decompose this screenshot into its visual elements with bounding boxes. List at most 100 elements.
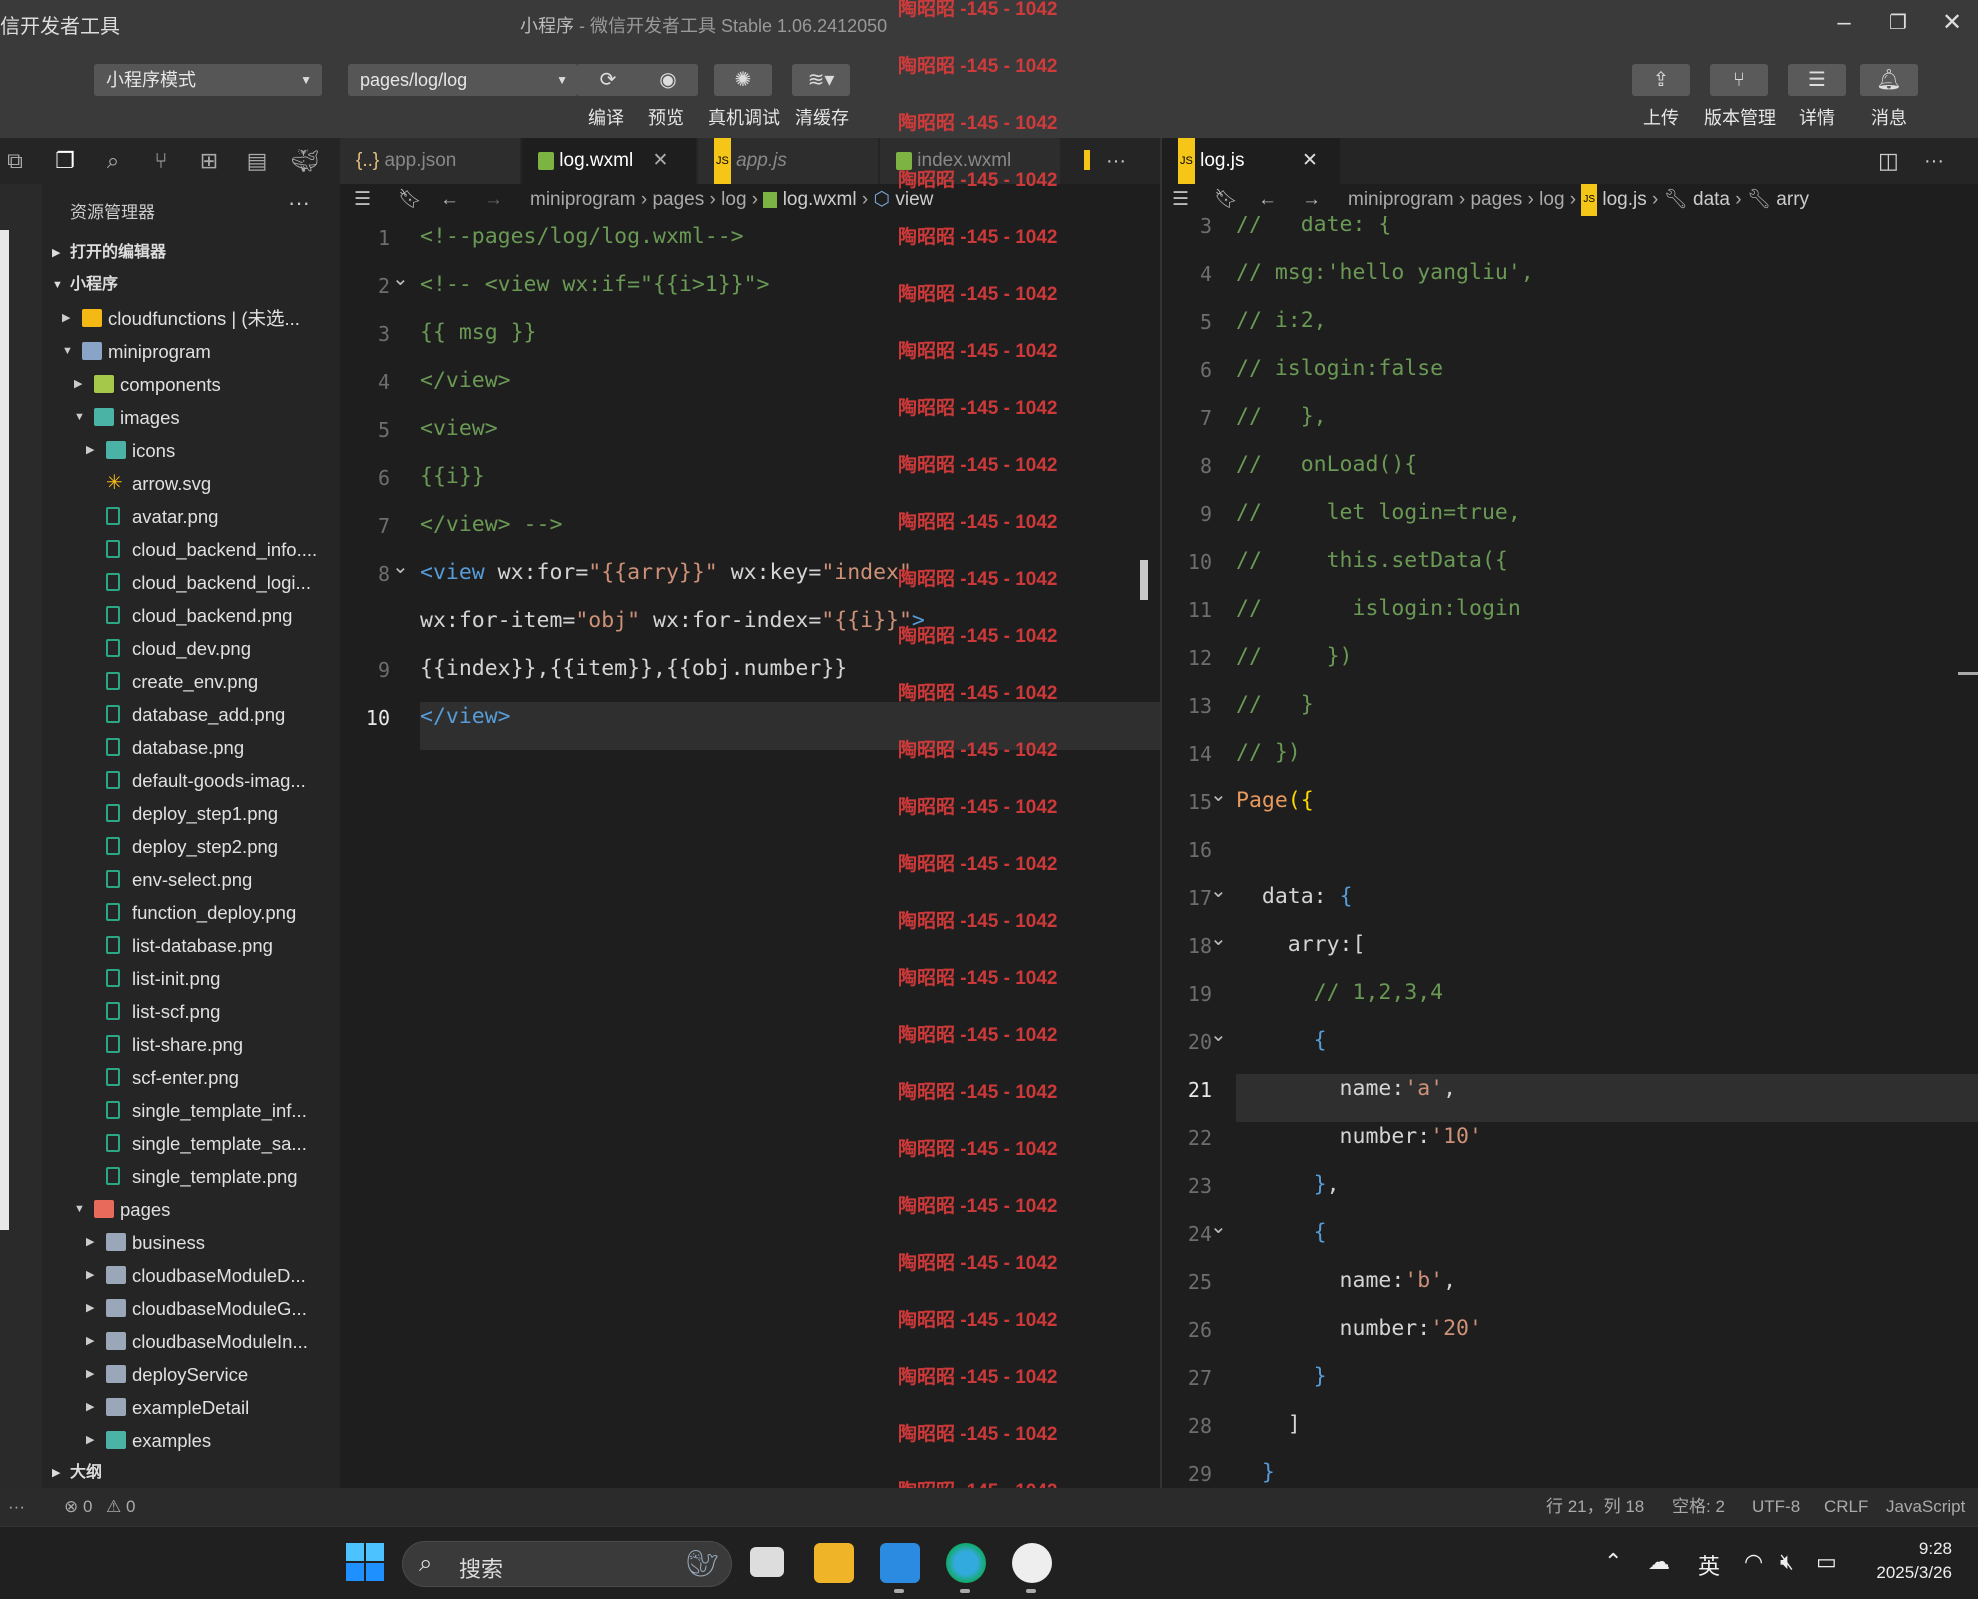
tab-log-wxml[interactable]: log.wxml ✕ <box>522 138 696 184</box>
tree-item[interactable]: cloud_dev.png <box>42 632 340 665</box>
battery-icon[interactable]: ▭ <box>1816 1549 1837 1575</box>
edge-icon[interactable] <box>946 1543 986 1583</box>
eol-setting[interactable]: CRLF <box>1824 1488 1868 1526</box>
tree-item[interactable]: default-goods-imag... <box>42 764 340 797</box>
warning-count[interactable]: ⚠ 0 <box>106 1488 135 1526</box>
chevron-down-icon[interactable]: ▼ <box>74 401 85 434</box>
chevron-right-icon[interactable]: ▶ <box>86 1226 94 1259</box>
forward-arrow-icon[interactable]: → <box>484 184 503 216</box>
tab-app-js[interactable]: JS app.js <box>698 138 878 184</box>
start-icon[interactable] <box>346 1543 384 1581</box>
page-select[interactable]: pages/log/log ▼ <box>348 64 578 96</box>
messages-button[interactable]: 🔔︎ <box>1860 64 1918 96</box>
tree-item[interactable]: cloud_backend_info.... <box>42 533 340 566</box>
wechat-icon[interactable] <box>1012 1543 1052 1583</box>
tree-item[interactable]: ▶ components <box>42 368 340 401</box>
tree-item[interactable]: ▶ cloudbaseModuleIn... <box>42 1325 340 1358</box>
tree-item[interactable]: ▶ business <box>42 1226 340 1259</box>
wifi-icon[interactable]: ◠ <box>1744 1549 1763 1575</box>
tree-item[interactable]: scf-enter.png <box>42 1061 340 1094</box>
cloud-icon[interactable]: ☁ <box>1648 1549 1670 1575</box>
close-tab-icon[interactable]: ✕ <box>1302 138 1318 184</box>
minimize-icon[interactable]: – <box>1826 6 1862 40</box>
tree-item[interactable]: cloud_backend_logi... <box>42 566 340 599</box>
close-tab-icon[interactable]: ✕ <box>652 150 668 171</box>
chevron-right-icon[interactable]: ▶ <box>86 1391 94 1424</box>
chevron-right-icon[interactable]: ▶ <box>62 302 70 335</box>
crumb-file[interactable]: log.js <box>1602 189 1646 210</box>
extensions-icon[interactable]: ⊞ <box>194 146 224 176</box>
fold-chevron-icon[interactable]: ⌄ <box>1210 878 1227 903</box>
clock[interactable]: 9:28 2025/3/26 <box>1876 1537 1952 1585</box>
split-editor-icon[interactable]: ◫ <box>1878 138 1908 184</box>
taskbar-search[interactable]: ⌕ 搜索 🦭︎ <box>402 1541 732 1587</box>
tree-item[interactable]: ▼ miniprogram <box>42 335 340 368</box>
forward-arrow-icon[interactable]: → <box>1302 184 1321 216</box>
task-view-icon[interactable] <box>750 1547 784 1577</box>
tree-item[interactable]: ▶ icons <box>42 434 340 467</box>
chevron-right-icon[interactable]: ▶ <box>86 1424 94 1457</box>
tree-item[interactable]: list-database.png <box>42 929 340 962</box>
upload-button[interactable]: ⇪ <box>1632 64 1690 96</box>
tree-item[interactable]: ▶ cloudbaseModuleD... <box>42 1259 340 1292</box>
ime-indicator[interactable]: 英 <box>1698 1549 1720 1581</box>
preview-button[interactable]: ◉ <box>638 64 698 96</box>
chevron-right-icon[interactable]: ▶ <box>74 368 82 401</box>
storage-icon[interactable]: ▤ <box>242 146 272 176</box>
chevron-down-icon[interactable]: ▼ <box>62 335 73 368</box>
chevron-right-icon[interactable]: ▶ <box>86 1292 94 1325</box>
crumb-view[interactable]: view <box>895 189 933 210</box>
search-icon[interactable]: ⌕ <box>98 146 128 176</box>
tree-item[interactable]: ✳ arrow.svg <box>42 467 340 500</box>
tree-item[interactable]: env-select.png <box>42 863 340 896</box>
chevron-down-icon[interactable]: ▼ <box>74 1193 85 1226</box>
source-control-icon[interactable]: ⑂ <box>146 146 176 176</box>
tree-item[interactable]: ▶ deployService <box>42 1358 340 1391</box>
crumb-miniprogram[interactable]: miniprogram <box>1348 189 1454 210</box>
tree-item[interactable]: create_env.png <box>42 665 340 698</box>
language-mode[interactable]: JavaScript <box>1886 1488 1965 1526</box>
indent-setting[interactable]: 空格: 2 <box>1672 1488 1725 1526</box>
crumb-log[interactable]: log <box>721 189 746 210</box>
list-icon[interactable]: ☰ <box>1172 184 1189 216</box>
chevron-right-icon[interactable]: ▶ <box>86 1259 94 1292</box>
tree-item[interactable]: database.png <box>42 731 340 764</box>
crumb-log[interactable]: log <box>1539 189 1564 210</box>
chevron-up-icon[interactable]: ⌃ <box>1604 1549 1622 1575</box>
tree-item[interactable]: deploy_step2.png <box>42 830 340 863</box>
docker-icon[interactable]: 🐳︎ <box>290 146 320 176</box>
fold-chevron-icon[interactable]: ⌄ <box>1210 782 1227 807</box>
tree-item[interactable]: ▶ cloudbaseModuleG... <box>42 1292 340 1325</box>
tree-item[interactable]: single_template_sa... <box>42 1127 340 1160</box>
back-arrow-icon[interactable]: ← <box>1258 184 1277 216</box>
crumb-miniprogram[interactable]: miniprogram <box>530 189 636 210</box>
crumb-pages[interactable]: pages <box>1470 189 1522 210</box>
tree-item[interactable]: ▶ cloudfunctions | (未选... <box>42 302 340 335</box>
fold-chevron-icon[interactable]: ⌄ <box>392 266 409 291</box>
back-arrow-icon[interactable]: ← <box>440 184 459 216</box>
close-window-icon[interactable]: ✕ <box>1934 6 1970 40</box>
list-icon[interactable]: ☰ <box>354 184 371 216</box>
chevron-right-icon[interactable]: ▶ <box>86 434 94 467</box>
tree-item[interactable]: ▼ pages <box>42 1193 340 1226</box>
fold-chevron-icon[interactable]: ⌄ <box>392 554 409 579</box>
tree-item[interactable]: cloud_backend.png <box>42 599 340 632</box>
crumb-data[interactable]: data <box>1693 189 1730 210</box>
tree-item[interactable]: database_add.png <box>42 698 340 731</box>
fold-chevron-icon[interactable]: ⌄ <box>1210 1214 1227 1239</box>
scrollbar[interactable] <box>0 230 9 1230</box>
editor-more-icon[interactable]: ··· <box>1106 138 1146 184</box>
chevron-right-icon[interactable]: ▶ <box>86 1358 94 1391</box>
encoding-setting[interactable]: UTF-8 <box>1752 1488 1800 1526</box>
tree-item[interactable]: list-scf.png <box>42 995 340 1028</box>
details-button[interactable]: ☰ <box>1788 64 1846 96</box>
bookmark-icon[interactable]: 🔖︎ <box>398 184 422 216</box>
error-count[interactable]: ⊗ 0 <box>64 1488 92 1526</box>
tree-item[interactable]: list-share.png <box>42 1028 340 1061</box>
bookmark-icon[interactable]: 🔖︎ <box>1214 184 1238 216</box>
file-explorer-icon[interactable] <box>814 1543 854 1583</box>
fold-chevron-icon[interactable]: ⌄ <box>1210 926 1227 951</box>
editor-more-icon[interactable]: ··· <box>1924 138 1964 184</box>
remote-debug-button[interactable]: ✺ <box>714 64 772 96</box>
right-code-editor[interactable]: 3 // date: {4 // msg:'hello yangliu', 5 // i… <box>1162 216 1978 1488</box>
